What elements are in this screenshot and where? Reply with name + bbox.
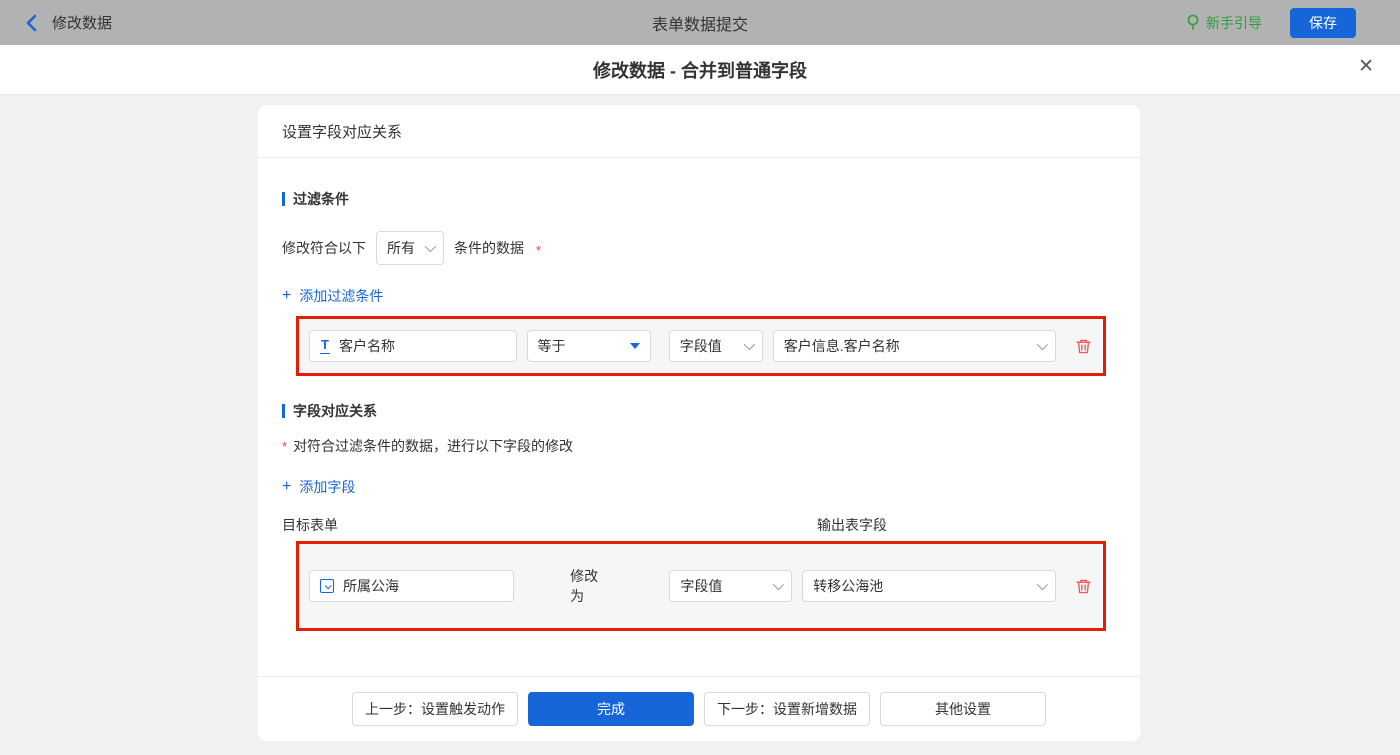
dialog-content: 设置字段对应关系 过滤条件 修改符合以下 所有 条件的数据 * + 添加过滤条件 bbox=[0, 105, 1400, 755]
prev-step-button[interactable]: 上一步：设置触发动作 bbox=[352, 692, 518, 726]
chevron-down-icon bbox=[424, 240, 437, 253]
source-field-value: 客户信息.客户名称 bbox=[783, 338, 900, 354]
topbar: 修改数据 表单数据提交 新手引导 保存 bbox=[0, 0, 1400, 45]
select-field-icon bbox=[320, 579, 334, 593]
guide-label: 新手引导 bbox=[1206, 14, 1262, 31]
delete-field-button[interactable] bbox=[1074, 577, 1093, 596]
match-condition-row: 修改符合以下 所有 条件的数据 * bbox=[282, 231, 1116, 265]
match-prefix-label: 修改符合以下 bbox=[282, 240, 366, 256]
annotation-box-filter: T 客户名称 等于 字段值 客户信息.客户名称 bbox=[296, 316, 1106, 376]
output-field-column-header: 输出表字段 bbox=[817, 517, 887, 533]
target-field-value: 所属公海 bbox=[343, 578, 399, 594]
dialog-title: 修改数据 - 合并到普通字段 bbox=[593, 60, 807, 81]
value-type-value: 字段值 bbox=[680, 578, 723, 594]
section-bar bbox=[282, 404, 285, 418]
match-suffix-label: 条件的数据 bbox=[454, 240, 524, 256]
filter-section-label: 过滤条件 bbox=[293, 191, 349, 207]
section-bar bbox=[282, 192, 285, 206]
target-form-column-header: 目标表单 bbox=[282, 517, 338, 533]
add-filter-condition-link[interactable]: + 添加过滤条件 bbox=[282, 286, 383, 306]
trash-icon bbox=[1076, 579, 1091, 593]
field-mapping-row: 所属公海 修改为 字段值 转移公海池 bbox=[299, 544, 1103, 628]
card-footer: 上一步：设置触发动作 完成 下一步：设置新增数据 其他设置 bbox=[258, 676, 1140, 741]
required-asterisk: * bbox=[536, 242, 542, 258]
plus-icon: + bbox=[282, 478, 292, 495]
guide-pin-icon bbox=[1186, 14, 1200, 31]
add-field-link[interactable]: + 添加字段 bbox=[282, 477, 355, 497]
filter-section-title: 过滤条件 bbox=[282, 189, 1116, 209]
condition-row: T 客户名称 等于 字段值 客户信息.客户名称 bbox=[299, 319, 1103, 373]
value-type-value: 字段值 bbox=[679, 338, 722, 354]
operator-select[interactable]: 等于 bbox=[526, 330, 651, 362]
text-field-icon: T bbox=[320, 337, 330, 354]
annotation-box-mapping: 所属公海 修改为 字段值 转移公海池 bbox=[296, 541, 1106, 631]
card-header: 设置字段对应关系 bbox=[258, 105, 1140, 158]
guide-link[interactable]: 新手引导 bbox=[1186, 13, 1262, 33]
trash-icon bbox=[1076, 339, 1091, 353]
match-mode-select[interactable]: 所有 bbox=[376, 231, 444, 265]
mapping-description-text: 对符合过滤条件的数据，进行以下字段的修改 bbox=[293, 438, 574, 454]
chevron-down-icon bbox=[1036, 578, 1049, 591]
value-type-select[interactable]: 字段值 bbox=[668, 330, 763, 362]
mapping-section-title: 字段对应关系 bbox=[282, 401, 1116, 421]
mapping-description: * 对符合过滤条件的数据，进行以下字段的修改 bbox=[282, 436, 1116, 456]
plus-icon: + bbox=[282, 287, 292, 304]
chevron-down-icon bbox=[1036, 338, 1049, 351]
output-field-select[interactable]: 转移公海池 bbox=[802, 570, 1056, 602]
modify-to-label: 修改为 bbox=[570, 568, 599, 604]
delete-condition-button[interactable] bbox=[1074, 337, 1093, 356]
caret-down-icon bbox=[629, 343, 640, 349]
done-button[interactable]: 完成 bbox=[528, 692, 694, 726]
condition-field-input[interactable]: T 客户名称 bbox=[309, 330, 517, 362]
value-type-select[interactable]: 字段值 bbox=[669, 570, 793, 602]
other-settings-button[interactable]: 其他设置 bbox=[880, 692, 1046, 726]
condition-field-value: 客户名称 bbox=[338, 338, 395, 354]
next-step-button[interactable]: 下一步：设置新增数据 bbox=[704, 692, 870, 726]
chevron-down-icon bbox=[773, 578, 785, 591]
dialog-header: 修改数据 - 合并到普通字段 ✕ bbox=[0, 45, 1400, 95]
source-field-select[interactable]: 客户信息.客户名称 bbox=[772, 330, 1056, 362]
close-icon[interactable]: ✕ bbox=[1358, 57, 1374, 76]
match-mode-value: 所有 bbox=[387, 240, 415, 256]
output-field-value: 转移公海池 bbox=[813, 578, 884, 594]
mapping-section-label: 字段对应关系 bbox=[293, 403, 377, 419]
required-asterisk: * bbox=[282, 439, 288, 454]
add-filter-condition-label: 添加过滤条件 bbox=[299, 288, 384, 304]
operator-value: 等于 bbox=[537, 338, 566, 354]
chevron-down-icon bbox=[743, 338, 755, 351]
add-field-label: 添加字段 bbox=[299, 479, 356, 495]
settings-card: 设置字段对应关系 过滤条件 修改符合以下 所有 条件的数据 * + 添加过滤条件 bbox=[258, 105, 1140, 741]
column-headers: 目标表单 输出表字段 bbox=[282, 515, 1116, 533]
target-field-input[interactable]: 所属公海 bbox=[309, 570, 515, 602]
save-button[interactable]: 保存 bbox=[1290, 7, 1356, 38]
